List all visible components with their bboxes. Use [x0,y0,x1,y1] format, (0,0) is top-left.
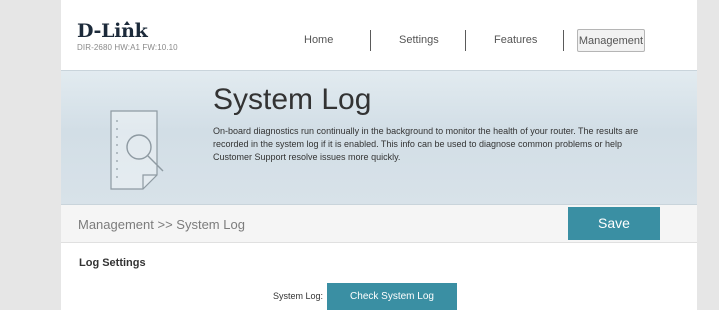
nav-management[interactable]: Management [577,29,645,52]
dlink-logo[interactable]: D-Link [77,22,148,41]
page-description: On-board diagnostics run continually in … [213,126,639,162]
logo-triangle-icon [124,21,130,25]
header: D-Link DIR-2680 HW:A1 FW:10.10 Home Sett… [61,0,697,70]
breadcrumb: Management >> System Log [78,217,245,232]
nav-features[interactable]: Features [494,34,537,47]
check-system-log-button[interactable]: Check System Log [327,283,457,310]
nav-divider [563,30,564,51]
log-settings-heading: Log Settings [79,257,146,269]
page-banner: System Log On-board diagnostics run cont… [61,70,697,205]
nav-settings[interactable]: Settings [399,34,439,47]
nav-divider [465,30,466,51]
system-log-label: System Log: [273,291,324,301]
page-title: System Log [213,83,372,116]
save-button[interactable]: Save [568,207,660,240]
document-magnifier-icon [110,110,164,190]
nav-divider [370,30,371,51]
breadcrumb-bar: Management >> System Log Save [61,205,697,243]
model-firmware-info: DIR-2680 HW:A1 FW:10.10 [77,43,178,52]
nav-home[interactable]: Home [304,34,333,47]
router-admin-page: D-Link DIR-2680 HW:A1 FW:10.10 Home Sett… [61,0,697,310]
